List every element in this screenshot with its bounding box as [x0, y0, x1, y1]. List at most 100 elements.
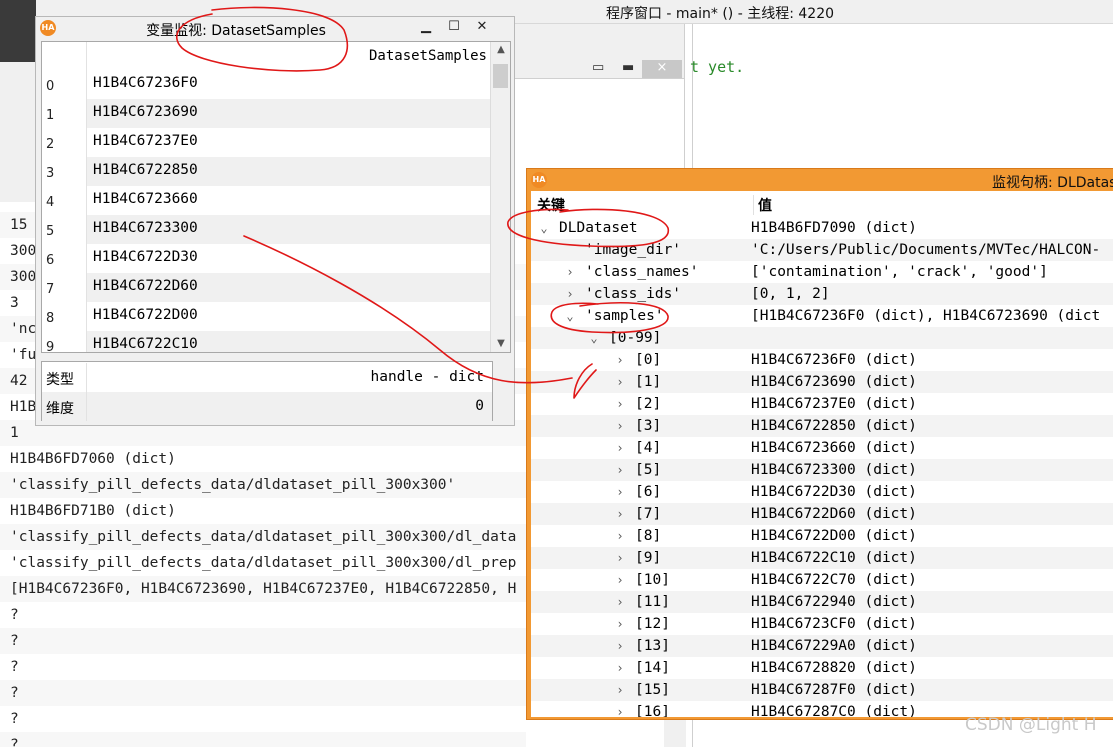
tree-row[interactable]: › [15] H1B4C67287F0 (dict): [531, 679, 1113, 701]
variable-value-row[interactable]: H1B4B6FD7060 (dict): [0, 446, 526, 472]
table-row[interactable]: 3 H1B4C6722850: [42, 157, 490, 186]
tree-row[interactable]: › [10] H1B4C6722C70 (dict): [531, 569, 1113, 591]
table-row[interactable]: 8 H1B4C6722D00: [42, 302, 490, 331]
chevron-right-icon[interactable]: ›: [613, 459, 627, 481]
tree-row[interactable]: 'image_dir' 'C:/Users/Public/Documents/MV…: [531, 239, 1113, 261]
grid-scrollbar[interactable]: ▲ ▼: [490, 42, 510, 352]
table-row[interactable]: 1 H1B4C6723690: [42, 99, 490, 128]
chevron-right-icon[interactable]: ›: [613, 349, 627, 371]
tree-value: H1B4C6722C10 (dict): [751, 550, 917, 566]
chevron-right-icon[interactable]: ›: [613, 547, 627, 569]
value-column-header[interactable]: 值: [753, 195, 772, 215]
variable-value-row[interactable]: 'classify_pill_defects_data/dldataset_pi…: [0, 550, 526, 576]
row-value[interactable]: H1B4C67236F0: [86, 70, 490, 99]
tree-row[interactable]: ⌄ DLDataset H1B4B6FD7090 (dict): [531, 217, 1113, 239]
scrollbar[interactable]: [664, 720, 686, 747]
handle-watch-titlebar[interactable]: HA 监视句柄: DLDataset: [527, 169, 1113, 191]
chevron-right-icon[interactable]: ›: [613, 415, 627, 437]
table-row[interactable]: 9 H1B4C6722C10: [42, 331, 490, 352]
tree-row[interactable]: › [7] H1B4C6722D60 (dict): [531, 503, 1113, 525]
tree-row[interactable]: ⌄ [0-99]: [531, 327, 1113, 349]
chevron-right-icon[interactable]: ›: [613, 525, 627, 547]
chevron-right-icon[interactable]: ›: [613, 635, 627, 657]
table-row[interactable]: 2 H1B4C67237E0: [42, 128, 490, 157]
watermark: CSDN @Light H: [965, 715, 1097, 735]
tree-row[interactable]: › [5] H1B4C6723300 (dict): [531, 459, 1113, 481]
chevron-right-icon[interactable]: ›: [613, 701, 627, 717]
key-column-header[interactable]: 关键: [537, 195, 565, 215]
desktop-corner: [0, 0, 36, 62]
tree-row[interactable]: › [11] H1B4C6722940 (dict): [531, 591, 1113, 613]
chevron-down-icon[interactable]: ⌄: [563, 305, 577, 327]
handle-tree[interactable]: 关键 值 ⌄ DLDataset H1B4B6FD7090 (dict) 'image…: [531, 191, 1113, 717]
variable-value-row[interactable]: ?: [0, 732, 526, 747]
row-value[interactable]: H1B4C6722850: [86, 157, 490, 186]
row-value[interactable]: H1B4C67237E0: [86, 128, 490, 157]
tree-row[interactable]: › [9] H1B4C6722C10 (dict): [531, 547, 1113, 569]
variable-value-row[interactable]: H1B4B6FD71B0 (dict): [0, 498, 526, 524]
scroll-up-icon[interactable]: ▲: [491, 44, 510, 55]
variable-values-grid[interactable]: DatasetSamples 0 H1B4C67236F0 1 H1B4C672369…: [41, 41, 511, 353]
variable-watch-titlebar[interactable]: HA 变量监视: DatasetSamples ▁ ☐ ✕: [36, 17, 514, 39]
row-value[interactable]: H1B4C6722D30: [86, 244, 490, 273]
minimize-button[interactable]: ▬: [622, 60, 634, 75]
tree-row[interactable]: › [1] H1B4C6723690 (dict): [531, 371, 1113, 393]
close-icon[interactable]: ✕: [474, 19, 490, 35]
variable-value-row[interactable]: ?: [0, 680, 526, 706]
tree-row[interactable]: › [3] H1B4C6722850 (dict): [531, 415, 1113, 437]
chevron-right-icon[interactable]: ›: [613, 679, 627, 701]
chevron-right-icon[interactable]: ›: [613, 591, 627, 613]
tree-key: [4]: [635, 440, 662, 456]
row-value[interactable]: H1B4C6722D60: [86, 273, 490, 302]
table-row[interactable]: 0 H1B4C67236F0: [42, 70, 490, 99]
chevron-right-icon[interactable]: ›: [613, 613, 627, 635]
table-row[interactable]: 5 H1B4C6723300: [42, 215, 490, 244]
tree-row[interactable]: › [14] H1B4C6728820 (dict): [531, 657, 1113, 679]
variable-watch-window[interactable]: HA 变量监视: DatasetSamples ▁ ☐ ✕ DatasetSam…: [35, 16, 515, 426]
row-value[interactable]: H1B4C6722C10: [86, 331, 490, 352]
chevron-right-icon[interactable]: ›: [613, 481, 627, 503]
variable-value-row[interactable]: [H1B4C67236F0, H1B4C6723690, H1B4C67237E…: [0, 576, 526, 602]
tree-row[interactable]: ⌄ 'samples' [H1B4C67236F0 (dict), H1B4C672…: [531, 305, 1113, 327]
variable-value-row[interactable]: 'classify_pill_defects_data/dldataset_pi…: [0, 472, 526, 498]
chevron-right-icon[interactable]: ›: [613, 393, 627, 415]
scrollbar-thumb[interactable]: [493, 64, 508, 88]
row-value[interactable]: H1B4C6723660: [86, 186, 490, 215]
row-value[interactable]: H1B4C6723690: [86, 99, 490, 128]
chevron-right-icon[interactable]: ›: [613, 503, 627, 525]
scroll-down-icon[interactable]: ▼: [491, 338, 510, 349]
table-row[interactable]: 4 H1B4C6723660: [42, 186, 490, 215]
tree-row[interactable]: › [6] H1B4C6722D30 (dict): [531, 481, 1113, 503]
tree-row[interactable]: › [2] H1B4C67237E0 (dict): [531, 393, 1113, 415]
row-value[interactable]: H1B4C6723300: [86, 215, 490, 244]
variable-value-row[interactable]: 'classify_pill_defects_data/dldataset_pi…: [0, 524, 526, 550]
table-row[interactable]: 6 H1B4C6722D30: [42, 244, 490, 273]
table-row[interactable]: 7 H1B4C6722D60: [42, 273, 490, 302]
maximize-icon[interactable]: ☐: [446, 19, 462, 35]
chevron-right-icon[interactable]: ›: [613, 437, 627, 459]
close-button[interactable]: ×: [642, 60, 682, 78]
tree-row[interactable]: › [12] H1B4C6723CF0 (dict): [531, 613, 1113, 635]
row-index: 5: [46, 224, 55, 239]
variable-value-row[interactable]: ?: [0, 628, 526, 654]
tree-row[interactable]: › [4] H1B4C6723660 (dict): [531, 437, 1113, 459]
chevron-right-icon[interactable]: ›: [563, 261, 577, 283]
chevron-down-icon[interactable]: ⌄: [537, 217, 551, 239]
variable-value-row[interactable]: ?: [0, 602, 526, 628]
chevron-right-icon[interactable]: ›: [613, 371, 627, 393]
row-value[interactable]: H1B4C6722D00: [86, 302, 490, 331]
chevron-right-icon[interactable]: ›: [613, 657, 627, 679]
restore-button[interactable]: ▭: [592, 60, 604, 75]
tree-row[interactable]: › 'class_ids' [0, 1, 2]: [531, 283, 1113, 305]
chevron-down-icon[interactable]: ⌄: [587, 327, 601, 349]
tree-row[interactable]: › 'class_names' ['contamination', 'crack',…: [531, 261, 1113, 283]
chevron-right-icon[interactable]: ›: [563, 283, 577, 305]
minimize-icon[interactable]: ▁: [418, 19, 434, 35]
variable-value-row[interactable]: ?: [0, 654, 526, 680]
tree-row[interactable]: › [8] H1B4C6722D00 (dict): [531, 525, 1113, 547]
chevron-right-icon[interactable]: ›: [613, 569, 627, 591]
handle-watch-window[interactable]: HA 监视句柄: DLDataset 关键 值 ⌄ DLDataset H1B4B6…: [526, 168, 1113, 720]
variable-value-row[interactable]: ?: [0, 706, 526, 732]
tree-row[interactable]: › [13] H1B4C67229A0 (dict): [531, 635, 1113, 657]
tree-row[interactable]: › [0] H1B4C67236F0 (dict): [531, 349, 1113, 371]
